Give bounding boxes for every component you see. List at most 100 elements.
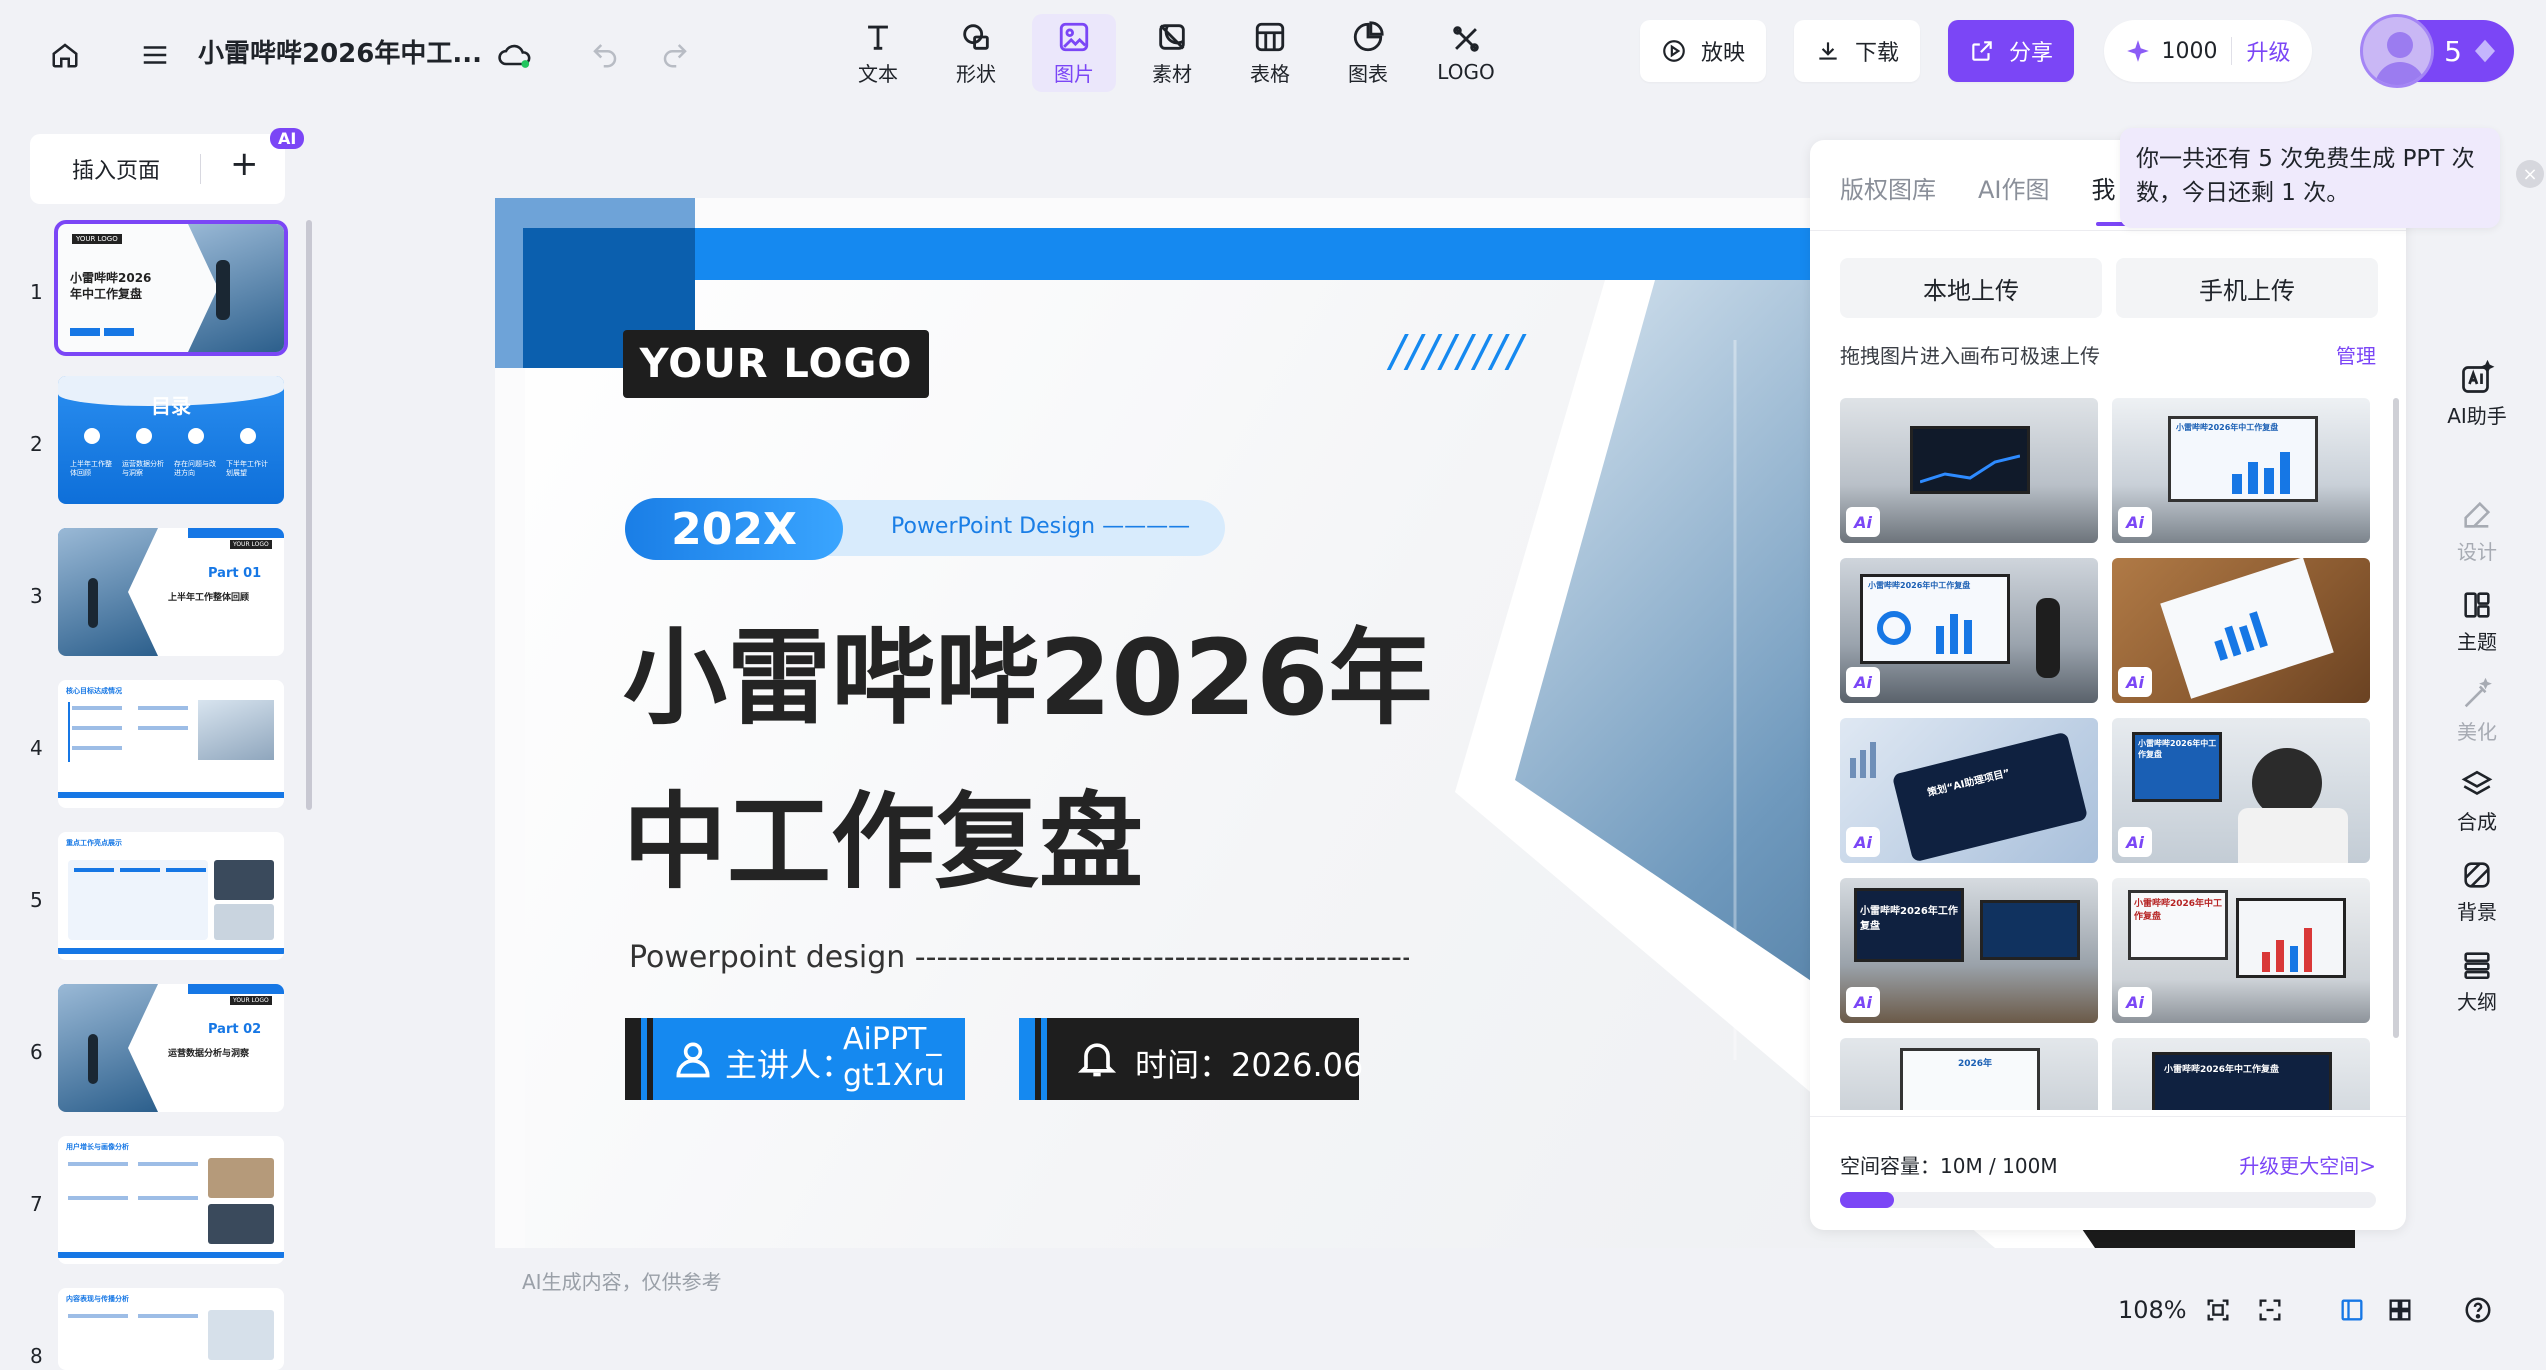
slide-thumbnail[interactable]: YOUR LOGO 小雷哔哔2026年中工作复盘 (54, 220, 288, 356)
thumbnail-row[interactable]: 8 内容表现与传播分析 (0, 1288, 300, 1370)
image-item[interactable]: 小雷哔哔2026年工作复盘 Ai (1840, 878, 2098, 1023)
slide-thumbnail[interactable]: YOUR LOGO Part 02 运营数据分析与洞察 (58, 984, 284, 1112)
ai-assistant-label: AI助手 (2447, 404, 2507, 428)
tool-logo[interactable]: LOGO (1424, 14, 1508, 92)
tool-chart[interactable]: 图表 (1326, 14, 1410, 92)
table-icon (1255, 22, 1285, 51)
play-button[interactable]: 放映 (1640, 20, 1766, 82)
theme-button[interactable]: 主题 (2432, 588, 2522, 655)
add-page-plus-icon[interactable]: + (230, 144, 259, 184)
image-item[interactable]: 小雷哔哔2026年中工作复盘 Ai (2112, 718, 2370, 863)
slide-logo[interactable]: YOUR LOGO (623, 330, 929, 398)
image-panel-scrollbar[interactable] (2393, 398, 2399, 1038)
theme-icon (2464, 592, 2490, 618)
ai-tag: Ai (2118, 987, 2152, 1017)
slide-title-line-1[interactable]: 小雷哔哔2026年 (623, 618, 1432, 738)
thumbnail-row[interactable]: 7 用户增长与画像分析 (0, 1136, 300, 1266)
thumbnail-row[interactable]: 1 YOUR LOGO 小雷哔哔2026年中工作复盘 (0, 220, 300, 356)
download-button[interactable]: 下载 (1794, 20, 1920, 82)
tool-image-label: 图片 (1054, 61, 1094, 86)
image-screen-text: 小雷哔哔2026年中工作复盘 (2176, 423, 2279, 432)
thumbnail-row[interactable]: 3 YOUR LOGO Part 01 上半年工作整体回顾 (0, 528, 300, 658)
credits-pill[interactable]: 1000 升级 (2104, 20, 2312, 82)
beautify-button[interactable]: 美化 (2432, 678, 2522, 745)
image-item[interactable]: 小雷哔哔2026年中工作复盘 Ai (2112, 878, 2370, 1023)
single-view-button[interactable] (2334, 1292, 2370, 1328)
year-badge[interactable]: 202X (625, 498, 843, 560)
design-button[interactable]: 设计 (2432, 498, 2522, 565)
merge-icon (2461, 770, 2493, 795)
image-item[interactable]: 小雷哔哔2026年中工作复盘 Ai (2112, 398, 2370, 543)
thumbnail-number: 3 (30, 584, 43, 608)
tooltip-text-line-2: 数，今日还剩 1 次。 (2136, 180, 2350, 206)
ai-tag: Ai (1846, 827, 1880, 857)
pp-design-label[interactable]: PowerPoint Design ———— (891, 514, 1190, 539)
tab-my-images[interactable]: 我 (2092, 170, 2116, 205)
tool-table[interactable]: 表格 (1228, 14, 1312, 92)
thumbnail-row[interactable]: 2 目录 上半年工作整体回顾 运营数据分析与洞察 存在问题与改进方向 下半年工作… (0, 376, 300, 506)
thumbnail-scrollbar[interactable] (306, 220, 312, 810)
share-button[interactable]: 分享 (1948, 20, 2074, 82)
slide-thumbnail[interactable]: 重点工作亮点展示 (58, 832, 284, 960)
redo-button[interactable] (650, 30, 700, 80)
image-screen-text: 小雷哔哔2026年中工作复盘 (2138, 739, 2217, 759)
image-item[interactable]: 小雷哔哔2026年中工作复盘 (2112, 1038, 2370, 1110)
thumbnail-row[interactable]: 4 核心目标达成情况 (0, 680, 300, 810)
upload-phone-button[interactable]: 手机上传 (2116, 258, 2378, 318)
tool-text-label: 文本 (858, 61, 898, 86)
fit-screen-button[interactable] (2200, 1292, 2236, 1328)
ai-badge: AI (270, 128, 305, 149)
outline-button[interactable]: 大纲 (2432, 948, 2522, 1015)
slide-thumbnail[interactable]: 目录 上半年工作整体回顾 运营数据分析与洞察 存在问题与改进方向 下半年工作计划… (58, 376, 284, 504)
slide-thumbnail[interactable]: YOUR LOGO Part 01 上半年工作整体回顾 (58, 528, 284, 656)
grid-view-icon (2389, 1299, 2411, 1321)
time-box[interactable]: 时间：2026.06 (1019, 1018, 1363, 1100)
play-label: 放映 (1700, 41, 1745, 66)
fullscreen-button[interactable] (2252, 1292, 2288, 1328)
ai-assistant-button[interactable]: AI助手 (2432, 360, 2522, 429)
slide-thumbnail[interactable]: 用户增长与画像分析 (58, 1136, 284, 1264)
tool-shape-label: 形状 (956, 61, 996, 86)
cloud-sync-button[interactable] (490, 30, 540, 80)
image-item[interactable]: Ai (2112, 558, 2370, 703)
slide-thumbnail[interactable]: 核心目标达成情况 (58, 680, 284, 808)
image-item[interactable]: Ai (1840, 398, 2098, 543)
grid-view-button[interactable] (2382, 1292, 2418, 1328)
tool-shape[interactable]: 形状 (934, 14, 1018, 92)
thumbnail-number: 5 (30, 888, 43, 912)
thumbnail-row[interactable]: 6 YOUR LOGO Part 02 运营数据分析与洞察 (0, 984, 300, 1114)
thumbnail-row[interactable]: 5 重点工作亮点展示 (0, 832, 300, 962)
image-item[interactable]: 策划“AI助理项目” Ai (1840, 718, 2098, 863)
slide-subtitle[interactable]: Powerpoint design ----------------------… (629, 940, 1409, 975)
menu-button[interactable] (130, 30, 180, 80)
insert-page-button[interactable]: 插入页面 (72, 153, 160, 185)
zoom-level[interactable]: 108% (2118, 1296, 2187, 1324)
tab-copyright-library[interactable]: 版权图库 (1840, 170, 1936, 205)
upload-hint: 拖拽图片进入画布可极速上传 (1840, 344, 2100, 368)
image-panel: 版权图库 AI作图 我 本地上传 手机上传 拖拽图片进入画布可极速上传 管理 A… (1810, 140, 2406, 1230)
image-screen-text: 小雷哔哔2026年中工作复盘 (2134, 899, 2223, 922)
document-title[interactable]: 小雷哔哔2026年中工... (198, 33, 482, 70)
upgrade-link[interactable]: 升级 (2246, 35, 2290, 67)
image-item[interactable]: 小雷哔哔2026年中工作复盘 Ai (1840, 558, 2098, 703)
home-button[interactable] (40, 30, 90, 80)
top-toolbar: 小雷哔哔2026年中工... 文本 形状 图片 素材 表格 图表 LOGO 放映 (0, 0, 2546, 104)
image-item[interactable]: 2026年 (1840, 1038, 2098, 1110)
image-screen-text: 小雷哔哔2026年工作复盘 (1860, 906, 1958, 932)
tool-text[interactable]: 文本 (836, 14, 920, 92)
avatar[interactable] (2360, 14, 2434, 88)
presenter-box[interactable]: 主讲人： AiPPT_ gt1Xru (625, 1018, 965, 1100)
tooltip-close-icon[interactable]: × (2516, 160, 2544, 188)
help-button[interactable] (2460, 1292, 2496, 1328)
background-button[interactable]: 背景 (2432, 858, 2522, 925)
tool-image[interactable]: 图片 (1032, 14, 1116, 92)
tool-asset[interactable]: 素材 (1130, 14, 1214, 92)
manage-link[interactable]: 管理 (2336, 340, 2376, 369)
tab-ai-drawing[interactable]: AI作图 (1978, 170, 2050, 205)
slide-thumbnail[interactable]: 内容表现与传播分析 (58, 1288, 284, 1370)
undo-button[interactable] (580, 30, 630, 80)
slide-title-line-2[interactable]: 中工作复盘 (623, 782, 1143, 902)
upload-local-button[interactable]: 本地上传 (1840, 258, 2102, 318)
upgrade-space-link[interactable]: 升级更大空间> (2239, 1150, 2376, 1179)
merge-button[interactable]: 合成 (2432, 768, 2522, 835)
